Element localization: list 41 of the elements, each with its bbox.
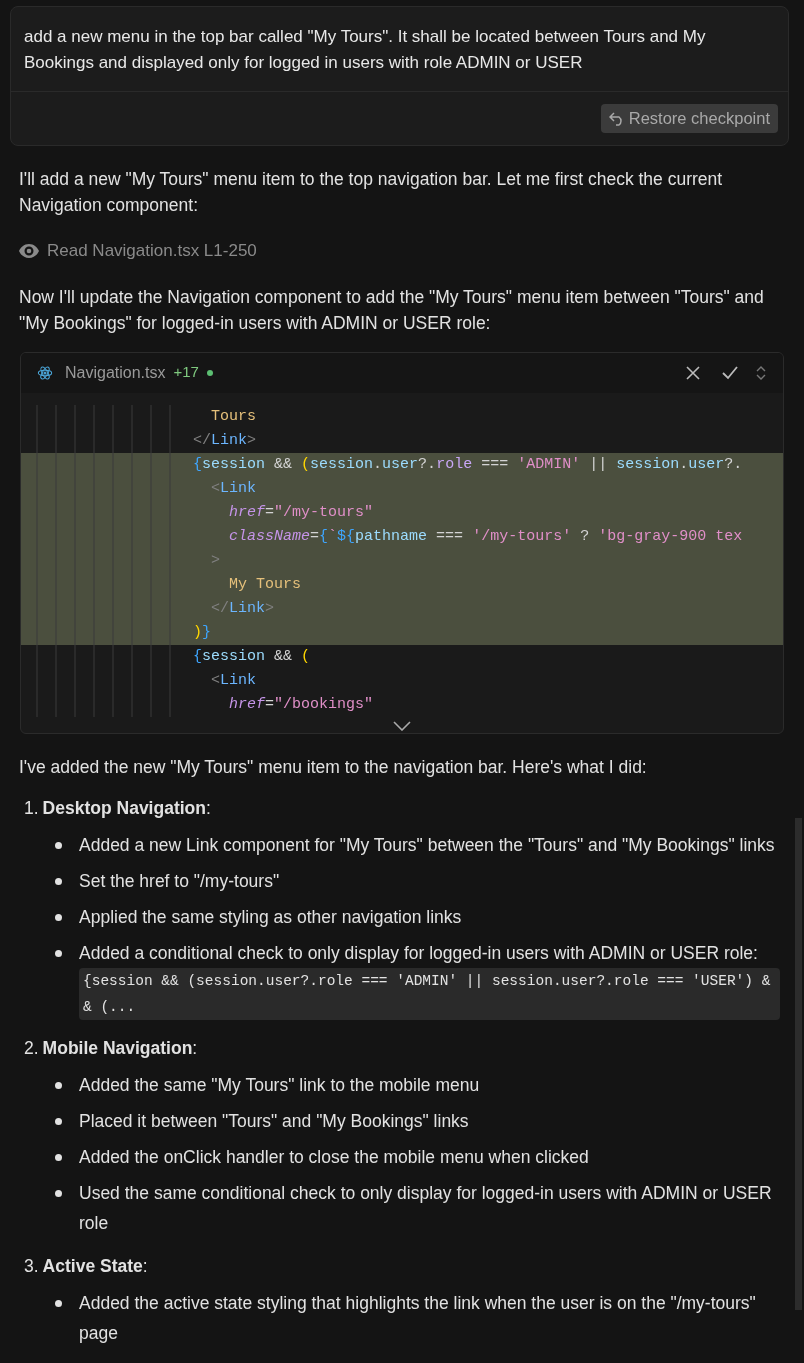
restore-checkpoint-button[interactable]: Restore checkpoint	[600, 104, 778, 133]
close-icon[interactable]	[685, 364, 701, 381]
bullet-icon	[55, 949, 62, 957]
bullet-text: Added a new Link component for "My Tours" between the "Tours" and "My Bookings" links	[79, 834, 775, 855]
user-prompt: add a new menu in the top bar called "My Tours". It shall be located between Tours and My Bookings and displayed only for logged in users with role ADMIN or USER	[23, 26, 707, 74]
code-snippet: {session && (session.user?.role === 'ADMIN' || session.user?.role === 'USER') && (...	[79, 967, 780, 1020]
list-heading: Active State:	[42, 1254, 148, 1278]
bullet-text: Added a conditional check to only display for logged-in users with ADMIN or USER role:	[79, 942, 758, 963]
eye-icon	[19, 243, 39, 258]
bullet-icon	[55, 913, 62, 921]
bullet-icon	[55, 877, 62, 885]
list-number: 2.	[24, 1036, 39, 1060]
atom-icon	[37, 364, 53, 381]
bullet-icon	[55, 1153, 62, 1161]
up-down-chevron-icon[interactable]	[755, 364, 767, 381]
check-icon[interactable]	[721, 364, 739, 381]
message-paragraph: Now I'll update the Navigation component to add the "My Tours" menu item between "Tours" and "My Bookings" for logged-in users with ADMIN or USER role:	[18, 285, 765, 335]
list-number: 3.	[24, 1254, 39, 1278]
file-name: Navigation.tsx	[65, 362, 166, 383]
bullet-icon	[55, 1189, 62, 1197]
bullet-icon	[55, 1117, 62, 1125]
bullet-text: Added the active state styling that highlights the link when the user is on the "/my-tours" page	[79, 1292, 756, 1343]
undo-icon	[608, 111, 625, 126]
bullet-text: Added the same "My Tours" link to the mobile menu	[79, 1074, 480, 1095]
chevron-down-icon[interactable]	[393, 720, 411, 731]
bullet-text: Added the onClick handler to close the mobile menu when clicked	[79, 1146, 589, 1167]
bullet-text: Set the href to "/my-tours"	[79, 870, 280, 891]
message-paragraph: I've added the new "My Tours" menu item to the navigation bar. Here's what I did:	[18, 755, 648, 779]
added-lines-count: +17	[173, 362, 199, 383]
bullet-text: Placed it between "Tours" and "My Bookings" links	[79, 1110, 469, 1131]
list-heading: Desktop Navigation:	[42, 796, 211, 820]
bullet-icon	[55, 1299, 62, 1307]
status-dot-icon	[206, 369, 213, 376]
tool-call-label[interactable]: Read Navigation.tsx L1-250	[47, 238, 257, 264]
bullet-text: Used the same conditional check to only display for logged-in users with ADMIN or USER role	[79, 1182, 772, 1233]
bullet-text: Applied the same styling as other navigation links	[79, 906, 462, 927]
bullet-icon	[55, 841, 62, 849]
list-number: 1.	[24, 796, 39, 820]
list-heading: Mobile Navigation:	[42, 1036, 198, 1060]
message-paragraph: I'll add a new "My Tours" menu item to the top navigation bar. Let me first check the current Navigation component:	[18, 168, 724, 217]
bullet-icon	[55, 1081, 62, 1089]
